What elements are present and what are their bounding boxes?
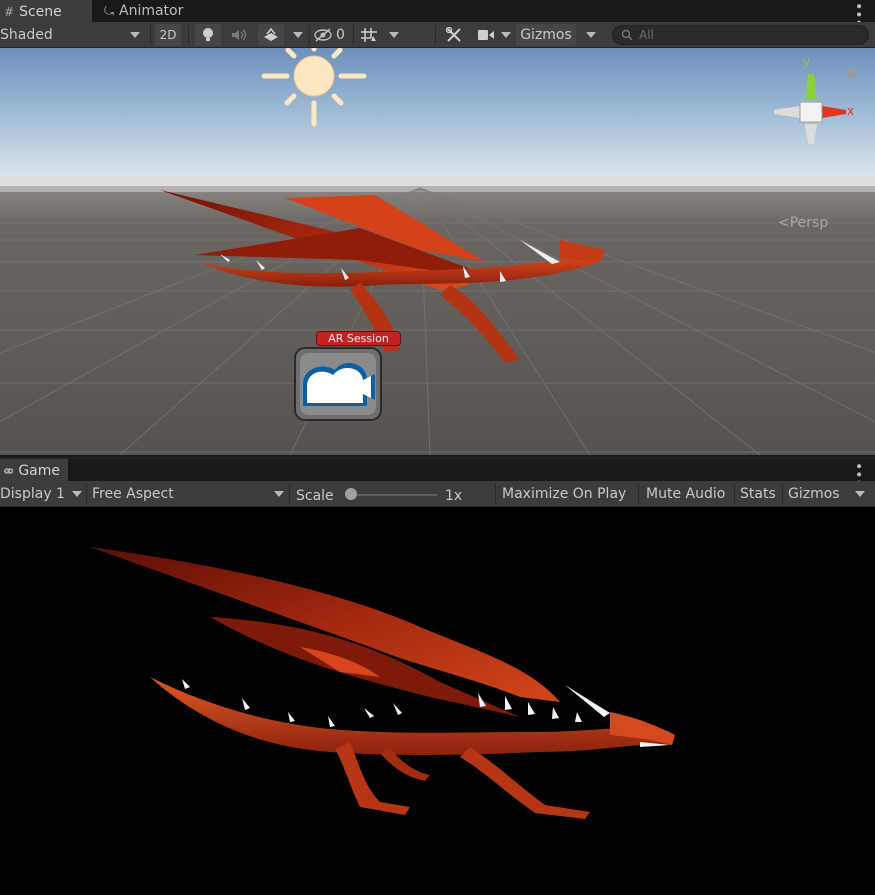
toolbar-divider (734, 484, 735, 504)
game-gizmos-toggle[interactable]: Gizmos (788, 483, 840, 505)
maximize-on-play-toggle[interactable]: Maximize On Play (502, 483, 626, 505)
game-gizmos-label: Gizmos (788, 486, 840, 502)
camera-settings-button[interactable] (475, 24, 497, 46)
scene-search-input[interactable]: All (612, 25, 869, 45)
scene-tab-bar: # Scene ⤿ Animator ••• (0, 0, 875, 27)
gizmos-dropdown[interactable] (583, 24, 599, 46)
speaker-icon (232, 29, 247, 41)
chevron-down-icon (72, 491, 82, 497)
display-label: Display 1 (0, 486, 65, 502)
projection-toggle[interactable]: <Persp (778, 215, 828, 231)
chevron-down-icon (586, 32, 596, 38)
game-tab-bar: Game ••• (0, 457, 875, 487)
display-dropdown[interactable]: Display 1 (0, 483, 84, 505)
tools-button[interactable] (442, 24, 466, 46)
toolbar-divider (150, 25, 151, 45)
camera-settings-dropdown[interactable] (498, 24, 514, 46)
toolbar-divider (188, 25, 189, 45)
wrench-icon (446, 27, 461, 42)
gizmos-button[interactable]: Gizmos (516, 24, 576, 46)
hash-icon: # (4, 5, 15, 19)
maximize-on-play-label: Maximize On Play (502, 486, 627, 502)
search-icon (621, 29, 633, 41)
grid-dropdown[interactable] (386, 24, 402, 46)
tab-scene[interactable]: # Scene (0, 0, 92, 22)
eye-slash-icon (314, 28, 332, 42)
camera-gizmo (294, 347, 382, 421)
2d-toggle-button[interactable]: 2D (155, 24, 181, 46)
game-render (90, 547, 675, 819)
lightbulb-icon (203, 28, 213, 41)
effects-icon (264, 28, 278, 41)
mute-audio-toggle[interactable]: Mute Audio (646, 483, 725, 505)
gamepad-icon (4, 468, 14, 474)
search-placeholder: All (639, 28, 654, 42)
scene-render (0, 48, 875, 455)
game-viewport[interactable] (0, 507, 875, 895)
lighting-toggle-button[interactable] (195, 24, 221, 46)
toolbar-divider (86, 484, 87, 504)
toolbar-divider (309, 25, 310, 45)
chevron-down-icon (855, 491, 865, 497)
animator-icon: ⤿ (104, 3, 114, 18)
scene-visibility-toggle[interactable]: 0 (314, 24, 350, 46)
toolbar-divider (289, 484, 290, 504)
grid-icon (361, 28, 377, 42)
hidden-count: 0 (336, 27, 345, 43)
effects-toggle-button[interactable] (258, 24, 284, 46)
stats-label: Stats (740, 486, 776, 502)
toolbar-divider (435, 25, 436, 45)
tab-animator[interactable]: ⤿ Animator (100, 0, 200, 22)
2d-toggle-label: 2D (159, 28, 177, 42)
chevron-down-icon (293, 32, 303, 38)
game-toolbar: Display 1 Free Aspect Scale 1x Maximize … (0, 481, 875, 507)
toolbar-divider (782, 484, 783, 504)
toolbar-divider (495, 484, 496, 504)
back-arrow-icon: < (778, 215, 790, 231)
stats-toggle[interactable]: Stats (740, 483, 776, 505)
dragon-model-game (90, 547, 675, 819)
chevron-down-icon (501, 32, 511, 38)
scale-slider-handle[interactable] (345, 488, 357, 500)
ar-session-label[interactable]: AR Session (316, 331, 401, 346)
tab-game[interactable]: Game (0, 459, 68, 481)
gizmos-label: Gizmos (520, 27, 572, 43)
aspect-label: Free Aspect (92, 486, 174, 502)
scale-value: 1x (445, 488, 463, 504)
audio-toggle-button[interactable] (226, 24, 252, 46)
chevron-down-icon (274, 491, 284, 497)
scene-toolbar: Shaded 2D 0 Gizmos All (0, 22, 875, 48)
mute-audio-label: Mute Audio (646, 486, 726, 502)
lock-icon[interactable] (847, 66, 857, 78)
shading-mode-label: Shaded (0, 27, 53, 43)
chevron-down-icon (130, 32, 140, 38)
scale-slider-track[interactable] (351, 494, 437, 496)
projection-label: Persp (789, 215, 829, 231)
axis-x-label: x (847, 104, 855, 118)
video-camera-icon (478, 30, 494, 40)
game-gizmos-dropdown[interactable] (852, 483, 868, 505)
scene-viewport[interactable]: y x <Persp (0, 48, 875, 455)
chevron-down-icon (389, 32, 399, 38)
scale-label: Scale (296, 488, 334, 504)
axis-y-label: y (803, 55, 811, 69)
effects-dropdown[interactable] (290, 24, 306, 46)
toolbar-divider (353, 25, 354, 45)
aspect-dropdown[interactable]: Free Aspect (92, 483, 284, 505)
grid-toggle-button[interactable] (358, 24, 380, 46)
shading-mode-dropdown[interactable]: Shaded (0, 24, 148, 46)
tab-game-label: Game (18, 463, 60, 479)
tab-scene-label: Scene (19, 4, 62, 20)
tab-animator-label: Animator (119, 3, 184, 19)
toolbar-divider (638, 484, 639, 504)
